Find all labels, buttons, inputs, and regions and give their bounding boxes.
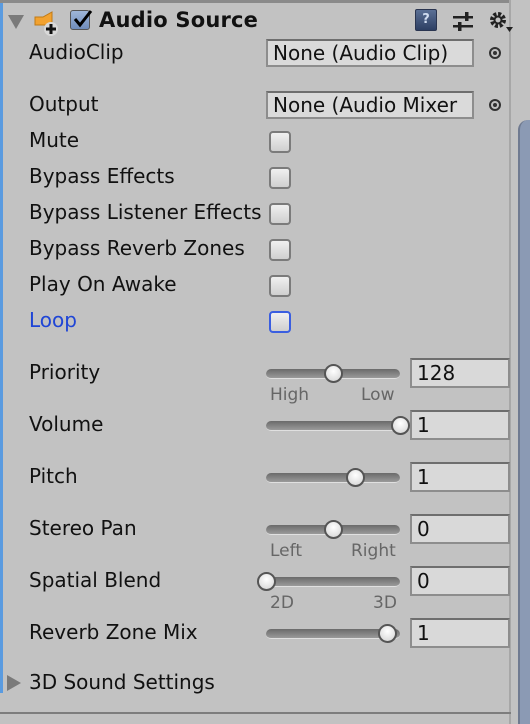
audio-source-add-icon (34, 11, 58, 36)
foldout-collapsed-icon[interactable] (7, 675, 21, 691)
audioclip-picker-icon[interactable] (489, 47, 501, 59)
spatial-blend-input[interactable]: 0 (410, 566, 510, 596)
play-on-awake-checkbox[interactable] (269, 275, 291, 297)
bypass-effects-checkbox[interactable] (269, 167, 291, 189)
stereo-pan-input[interactable]: 0 (410, 514, 510, 544)
output-label: Output (29, 92, 99, 116)
volume-label: Volume (29, 412, 104, 436)
stereo-pan-slider-thumb[interactable] (323, 520, 343, 539)
pitch-input[interactable]: 1 (410, 462, 510, 492)
audioclip-field[interactable]: None (Audio Clip) (266, 39, 474, 67)
reverb-zone-mix-input[interactable]: 1 (410, 618, 510, 648)
reverb-zone-mix-label: Reverb Zone Mix (29, 620, 198, 644)
priority-max-label: Low (361, 385, 395, 405)
gear-menu-icon[interactable] (488, 10, 514, 38)
stereo-pan-max-label: Right (351, 541, 396, 561)
loop-label: Loop (29, 308, 77, 332)
spatial-blend-slider-thumb[interactable] (256, 572, 276, 591)
mute-checkbox[interactable] (269, 131, 291, 153)
bypass-effects-label: Bypass Effects (29, 164, 175, 188)
pitch-label: Pitch (29, 464, 78, 488)
spatial-blend-min-label: 2D (270, 593, 294, 613)
bypass-listener-effects-label: Bypass Listener Effects (29, 200, 262, 224)
component-title: Audio Source (99, 8, 259, 32)
3d-sound-settings-foldout[interactable]: 3D Sound Settings (29, 670, 215, 694)
component-header: Audio Source ? (0, 3, 514, 38)
volume-input[interactable]: 1 (410, 410, 510, 440)
bypass-listener-effects-checkbox[interactable] (269, 203, 291, 225)
spatial-blend-label: Spatial Blend (29, 568, 162, 592)
priority-label: Priority (29, 360, 101, 384)
scrollbar-thumb[interactable] (518, 120, 530, 724)
preset-sliders-icon[interactable] (452, 11, 474, 37)
component-bottom-divider (0, 712, 511, 714)
foldout-expanded-icon[interactable] (8, 15, 24, 29)
component-enabled-checkbox[interactable] (70, 10, 93, 30)
pitch-slider-thumb[interactable] (345, 468, 365, 487)
mute-label: Mute (29, 128, 80, 152)
pitch-slider-track[interactable] (266, 473, 400, 483)
output-picker-icon[interactable] (489, 99, 501, 111)
spatial-blend-slider-track[interactable] (266, 577, 400, 587)
bypass-reverb-zones-label: Bypass Reverb Zones (29, 236, 245, 260)
help-glyph: ? (422, 12, 430, 27)
stereo-pan-label: Stereo Pan (29, 516, 137, 540)
checkmark-icon (73, 10, 93, 28)
play-on-awake-label: Play On Awake (29, 272, 177, 296)
output-field[interactable]: None (Audio Mixer (266, 91, 474, 119)
reverb-zone-mix-slider-thumb[interactable] (378, 624, 398, 643)
loop-checkbox[interactable] (269, 311, 291, 333)
volume-slider-thumb[interactable] (390, 416, 410, 435)
audioclip-label: AudioClip (29, 40, 124, 64)
volume-slider-track[interactable] (266, 421, 400, 431)
priority-min-label: High (270, 385, 310, 405)
bypass-reverb-zones-checkbox[interactable] (269, 239, 291, 261)
help-book-icon[interactable]: ? (415, 9, 437, 31)
selection-accent-bar (0, 3, 3, 693)
priority-slider-thumb[interactable] (323, 364, 343, 383)
stereo-pan-min-label: Left (270, 541, 302, 561)
spatial-blend-max-label: 3D (373, 593, 397, 613)
priority-input[interactable]: 128 (410, 358, 510, 388)
